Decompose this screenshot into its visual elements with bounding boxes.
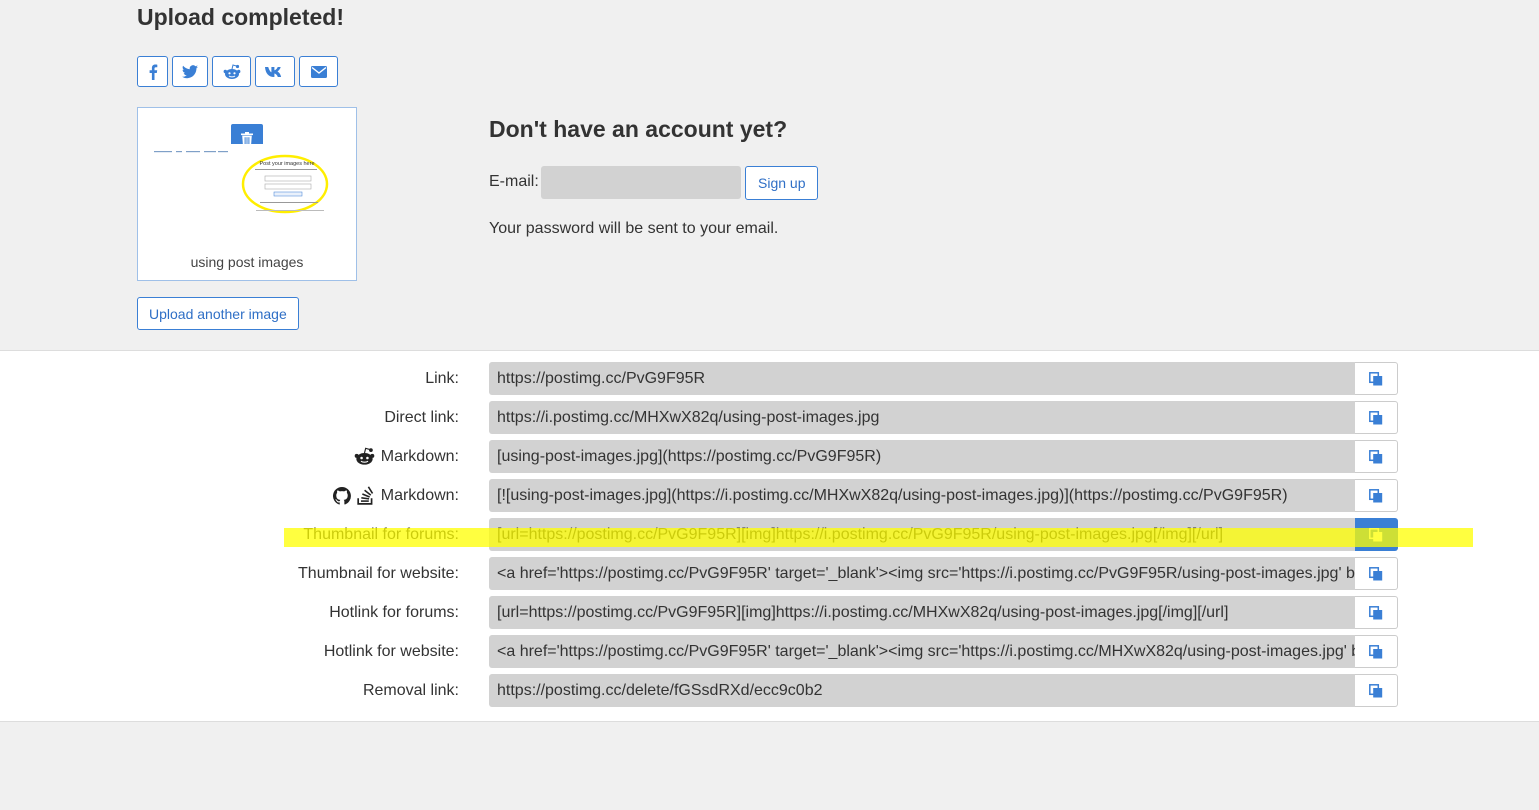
page-title: Upload completed! [137, 4, 345, 30]
link-row-hotlink-website: Hotlink for website: <a href='https://po… [0, 635, 1539, 668]
hotlink-website-field[interactable]: <a href='https://postimg.cc/PvG9F95R' ta… [489, 635, 1355, 668]
link-row-link: Link: https://postimg.cc/PvG9F95R [0, 362, 1539, 395]
row-label: Removal link: [362, 682, 459, 699]
uploaded-thumbnail-card: Post your images here using post images [137, 107, 357, 281]
preview-heading: Post your images here [259, 161, 314, 167]
copy-icon [1369, 527, 1383, 541]
thumbnail-website-field[interactable]: <a href='https://postimg.cc/PvG9F95R' ta… [489, 557, 1355, 590]
copy-removal-link-button[interactable] [1355, 674, 1398, 707]
share-email-button[interactable] [299, 56, 338, 87]
link-row-thumbnail-website: Thumbnail for website: <a href='https://… [0, 557, 1539, 590]
copy-icon [1369, 683, 1383, 697]
link-row-removal-link: Removal link: https://postimg.cc/delete/… [0, 674, 1539, 707]
row-label: Thumbnail for forums: [303, 526, 459, 543]
link-row-direct-link: Direct link: https://i.postimg.cc/MHXwX8… [0, 401, 1539, 434]
copy-link-button[interactable] [1355, 362, 1398, 395]
facebook-icon [149, 64, 157, 80]
copy-markdown-reddit-button[interactable] [1355, 440, 1398, 473]
link-row-markdown-github: Markdown: [![using-post-images.jpg](http… [0, 479, 1539, 512]
share-vk-button[interactable] [255, 56, 295, 87]
row-label: Link: [425, 370, 459, 387]
share-bar [137, 56, 338, 87]
sign-up-button[interactable]: Sign up [745, 166, 819, 200]
thumbnail-caption: using post images [190, 254, 304, 270]
link-row-markdown-reddit: Markdown: [using-post-images.jpg](https:… [0, 440, 1539, 473]
hotlink-forums-field[interactable]: [url=https://postimg.cc/PvG9F95R][img]ht… [489, 596, 1355, 629]
link-field[interactable]: https://postimg.cc/PvG9F95R [489, 362, 1355, 395]
password-note: Your password will be sent to your email… [489, 220, 779, 237]
copy-thumbnail-forums-button[interactable] [1355, 518, 1398, 551]
markdown-github-field[interactable]: [![using-post-images.jpg](https://i.post… [489, 479, 1355, 512]
upload-result-section: Upload completed! Post your images here … [0, 0, 1539, 350]
copy-icon [1369, 644, 1383, 658]
stackoverflow-icon [357, 486, 373, 505]
row-label: Markdown: [332, 479, 459, 512]
markdown-reddit-field[interactable]: [using-post-images.jpg](https://postimg.… [489, 440, 1355, 473]
share-links-panel: Link: https://postimg.cc/PvG9F95R Direct… [0, 350, 1539, 722]
copy-hotlink-forums-button[interactable] [1355, 596, 1398, 629]
direct-link-field[interactable]: https://i.postimg.cc/MHXwX82q/using-post… [489, 401, 1355, 434]
copy-icon [1369, 605, 1383, 619]
share-twitter-button[interactable] [172, 56, 208, 87]
row-label: Thumbnail for website: [298, 565, 459, 582]
share-facebook-button[interactable] [137, 56, 168, 87]
removal-link-field[interactable]: https://postimg.cc/delete/fGSsdRXd/ecc9c… [489, 674, 1355, 707]
share-reddit-button[interactable] [212, 56, 251, 87]
envelope-icon [310, 65, 327, 78]
link-row-hotlink-forums: Hotlink for forums: [url=https://postimg… [0, 596, 1539, 629]
email-input[interactable] [541, 166, 741, 199]
copy-hotlink-website-button[interactable] [1355, 635, 1398, 668]
row-label: Hotlink for forums: [329, 604, 459, 621]
row-label: Markdown: [354, 440, 459, 473]
row-label: Direct link: [384, 409, 459, 426]
twitter-icon [182, 64, 198, 78]
upload-another-button[interactable]: Upload another image [137, 297, 299, 330]
github-icon [332, 486, 351, 505]
link-row-thumbnail-forums: Thumbnail for forums: [url=https://posti… [0, 518, 1539, 551]
reddit-icon [223, 63, 240, 79]
copy-icon [1369, 488, 1383, 502]
account-title: Don't have an account yet? [489, 116, 788, 142]
copy-icon [1369, 371, 1383, 385]
copy-icon [1369, 449, 1383, 463]
copy-icon [1369, 410, 1383, 424]
reddit-icon [354, 447, 375, 465]
copy-direct-link-button[interactable] [1355, 401, 1398, 434]
vk-icon [265, 66, 282, 77]
row-label: Hotlink for website: [323, 643, 459, 660]
thumbnail-forums-field[interactable]: [url=https://postimg.cc/PvG9F95R][img]ht… [489, 518, 1355, 551]
copy-thumbnail-website-button[interactable] [1355, 557, 1398, 590]
uploaded-image-preview: Post your images here [152, 144, 342, 228]
email-label: E-mail: [489, 173, 539, 190]
copy-icon [1369, 566, 1383, 580]
copy-markdown-github-button[interactable] [1355, 479, 1398, 512]
